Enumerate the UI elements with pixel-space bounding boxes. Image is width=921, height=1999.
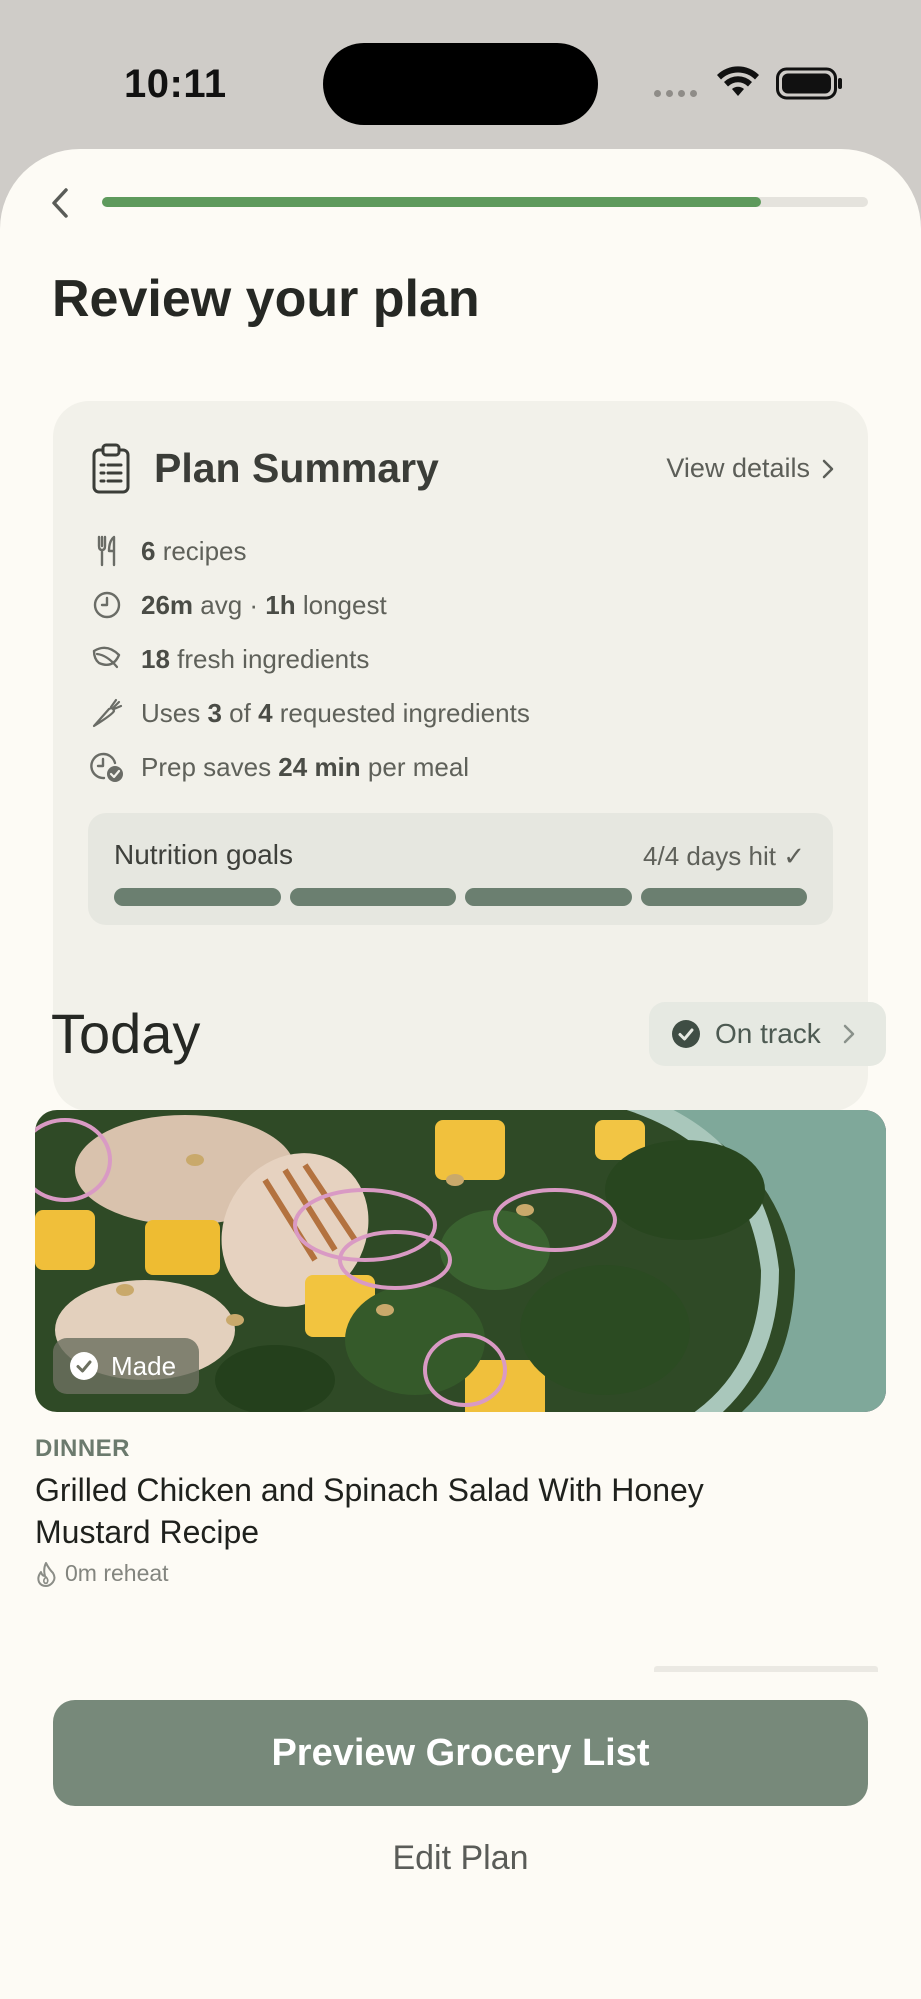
stat-requested: Uses 3 of 4 requested ingredients — [89, 693, 530, 733]
stat-text: 26m avg · 1h longest — [141, 590, 387, 621]
progress-bar-fill — [102, 197, 761, 207]
stat-value: 24 min — [278, 751, 361, 782]
stat-label: requested ingredients — [272, 697, 530, 728]
stat-value: 6 — [141, 535, 156, 566]
stat-text: Prep saves 24 min per meal — [141, 752, 469, 783]
status-bar: 10:11 — [0, 0, 921, 160]
stat-label: Prep saves — [141, 751, 279, 782]
nutrition-goals-status: 4/4 days hit ✓ — [643, 841, 805, 871]
stat-value: 18 — [141, 643, 170, 674]
view-details-label: View details — [666, 453, 810, 483]
leaf-icon — [89, 641, 125, 677]
stat-value: 4 — [258, 697, 273, 728]
reheat-label: 0m reheat — [65, 1560, 169, 1586]
nutrition-day-bar — [640, 888, 807, 906]
stat-label: per meal — [360, 751, 470, 782]
fork-knife-icon — [89, 533, 125, 569]
stat-prep-saves: Prep saves 24 min per meal — [89, 747, 469, 787]
nutrition-goals-title: Nutrition goals — [114, 839, 293, 870]
clock-check-icon — [89, 749, 125, 785]
stat-label: longest — [295, 589, 387, 620]
on-track-button[interactable]: On track — [649, 1002, 886, 1066]
chevron-right-icon — [843, 1024, 855, 1044]
nutrition-goals-panel: Nutrition goals 4/4 days hit ✓ — [88, 813, 833, 925]
plan-summary-title: Plan Summary — [154, 445, 439, 491]
plan-review-sheet: Review your plan Plan Summary View detai… — [0, 149, 921, 1999]
stat-label: fresh ingredients — [169, 643, 370, 674]
stat-label: avg · — [193, 589, 266, 620]
made-badge: Made — [53, 1338, 199, 1394]
chevron-right-icon — [822, 459, 834, 478]
meal-photo[interactable]: Made — [35, 1110, 886, 1412]
carrot-icon — [89, 695, 125, 731]
check-circle-icon — [672, 1020, 700, 1048]
wifi-icon — [717, 66, 759, 96]
back-chevron-icon[interactable] — [46, 185, 76, 221]
view-details-link[interactable]: View details — [666, 453, 834, 484]
clock-icon — [89, 587, 125, 623]
next-card-peek — [654, 1666, 878, 1672]
nutrition-day-bar — [465, 888, 632, 906]
stat-label: Uses — [141, 697, 208, 728]
page-title: Review your plan — [52, 270, 480, 328]
stat-label: recipes — [155, 535, 247, 566]
battery-icon — [776, 67, 842, 100]
stat-recipes: 6 recipes — [89, 531, 247, 571]
stat-text: Uses 3 of 4 requested ingredients — [141, 698, 530, 729]
on-track-label: On track — [715, 1018, 821, 1049]
stat-value: 3 — [207, 697, 222, 728]
meal-type: DINNER — [35, 1435, 131, 1462]
clipboard-icon — [92, 443, 130, 494]
stat-ingredients: 18 fresh ingredients — [89, 639, 369, 679]
stat-text: 18 fresh ingredients — [141, 644, 369, 675]
stat-label: of — [221, 697, 259, 728]
preview-grocery-list-button[interactable]: Preview Grocery List — [53, 1700, 868, 1806]
onboarding-progress-bar — [102, 197, 868, 207]
status-time: 10:11 — [124, 62, 227, 106]
nutrition-day-bar — [289, 888, 456, 906]
nutrition-day-bars — [114, 888, 807, 906]
stat-text: 6 recipes — [141, 536, 247, 567]
nutrition-day-bar — [114, 888, 281, 906]
dynamic-island — [323, 43, 598, 125]
meal-name[interactable]: Grilled Chicken and Spinach Salad With H… — [35, 1469, 795, 1553]
signal-icon — [654, 90, 697, 97]
stat-value: 26m — [141, 589, 194, 620]
edit-plan-button[interactable]: Edit Plan — [0, 1839, 921, 1878]
made-badge-label: Made — [111, 1350, 177, 1381]
flame-icon — [37, 1561, 56, 1587]
today-heading: Today — [51, 1002, 201, 1065]
stat-value: 1h — [265, 589, 296, 620]
stat-cook-time: 26m avg · 1h longest — [89, 585, 387, 625]
reheat-info: 0m reheat — [35, 1560, 169, 1587]
check-circle-icon — [70, 1352, 98, 1380]
